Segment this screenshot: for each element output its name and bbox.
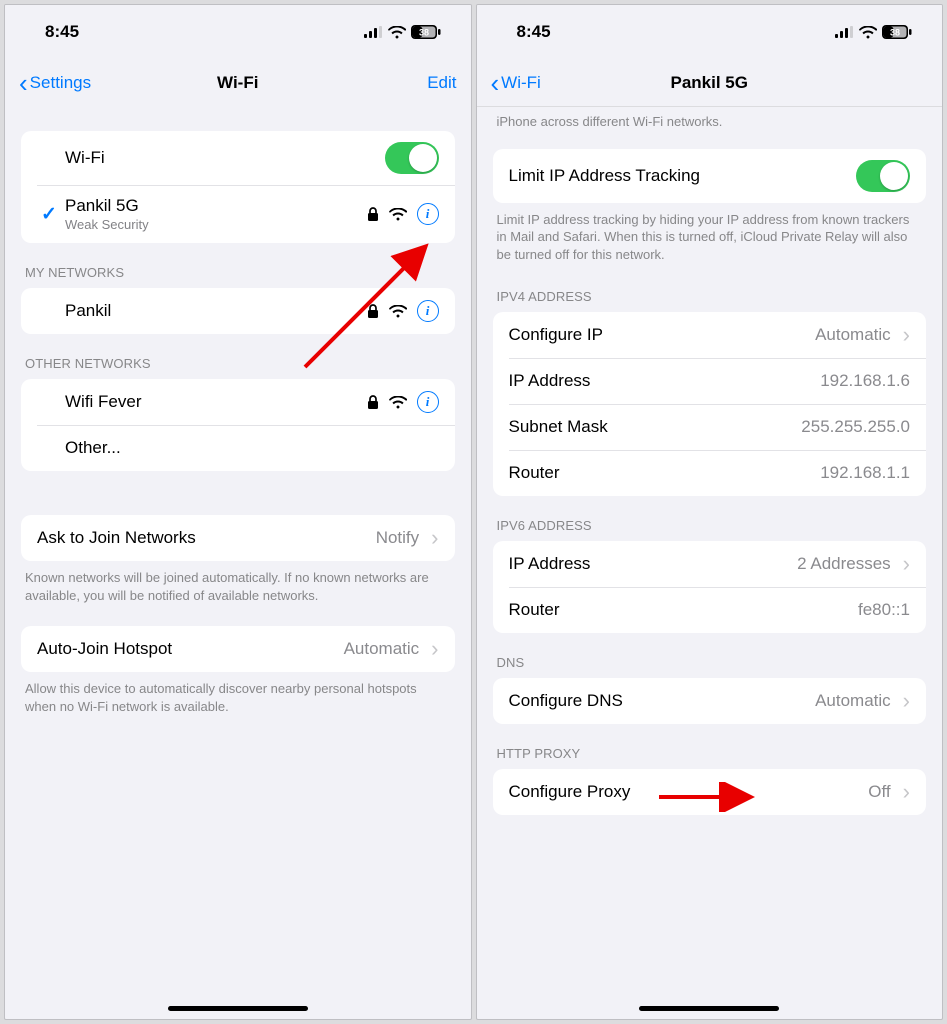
chevron-left-icon: ‹ — [19, 70, 28, 96]
configure-dns-row[interactable]: Configure DNS Automatic› — [493, 678, 927, 724]
chevron-right-icon: › — [903, 553, 910, 575]
other-network-row[interactable]: Wifi Fever i — [21, 379, 455, 425]
limit-ip-footer: Limit IP address tracking by hiding your… — [477, 203, 943, 268]
ipv4-group: Configure IP Automatic› IP Address 192.1… — [493, 312, 927, 496]
limit-ip-row: Limit IP Address Tracking — [493, 149, 927, 203]
battery-icon: 38 — [411, 25, 441, 39]
ipv6-router-row: Router fe80::1 — [493, 587, 927, 633]
status-time: 8:45 — [45, 22, 79, 42]
router-row: Router 192.168.1.1 — [493, 450, 927, 496]
connected-name: Pankil 5G — [65, 196, 367, 216]
http-proxy-header: HTTP PROXY — [477, 724, 943, 769]
chevron-right-icon: › — [903, 781, 910, 803]
other-row[interactable]: Other... — [21, 425, 455, 471]
phone-wifi-detail: 8:45 38 ‹ Wi-Fi Pankil 5G iPhone across … — [476, 4, 944, 1020]
wifi-strength-icon — [389, 305, 407, 318]
ipv4-header: IPV4 ADDRESS — [477, 267, 943, 312]
nav-title: Pankil 5G — [477, 73, 943, 93]
configure-proxy-row[interactable]: Configure Proxy Off› — [493, 769, 927, 815]
other-networks-header: OTHER NETWORKS — [5, 334, 471, 379]
cell-signal-icon — [364, 26, 383, 38]
connected-sub: Weak Security — [65, 217, 367, 232]
subnet-row: Subnet Mask 255.255.255.0 — [493, 404, 927, 450]
status-right: 38 — [835, 25, 912, 39]
lock-icon — [367, 304, 379, 319]
ask-join-group: Ask to Join Networks Notify› — [21, 515, 455, 561]
configure-ip-row[interactable]: Configure IP Automatic› — [493, 312, 927, 358]
nav-back[interactable]: ‹ Settings — [19, 70, 91, 96]
auto-hotspot-group: Auto-Join Hotspot Automatic› — [21, 626, 455, 672]
nav-edit[interactable]: Edit — [427, 73, 456, 93]
dns-group: Configure DNS Automatic› — [493, 678, 927, 724]
my-networks-group: Pankil i — [21, 288, 455, 334]
wifi-toggle[interactable] — [385, 142, 439, 174]
wifi-icon — [859, 26, 877, 39]
chevron-left-icon: ‹ — [491, 70, 500, 96]
check-icon: ✓ — [41, 203, 57, 226]
svg-text:38: 38 — [418, 28, 428, 38]
nav-back[interactable]: ‹ Wi-Fi — [491, 70, 541, 96]
cell-signal-icon — [835, 26, 854, 38]
ipv6-address-row[interactable]: IP Address 2 Addresses› — [493, 541, 927, 587]
http-proxy-group: Configure Proxy Off› — [493, 769, 927, 815]
lock-icon — [367, 207, 379, 222]
limit-ip-group: Limit IP Address Tracking — [493, 149, 927, 203]
chevron-right-icon: › — [431, 638, 438, 660]
auto-hotspot-row[interactable]: Auto-Join Hotspot Automatic› — [21, 626, 455, 672]
connected-network-row[interactable]: ✓ Pankil 5G Weak Security i — [21, 185, 455, 243]
ip-address-row: IP Address 192.168.1.6 — [493, 358, 927, 404]
private-address-footer: iPhone across different Wi-Fi networks. — [477, 107, 943, 135]
wifi-toggle-group: Wi-Fi ✓ Pankil 5G Weak Security i — [21, 131, 455, 243]
wifi-icon — [388, 26, 406, 39]
info-icon[interactable]: i — [417, 391, 439, 413]
wifi-label: Wi-Fi — [65, 148, 385, 168]
status-bar: 8:45 38 — [5, 5, 471, 59]
ipv6-group: IP Address 2 Addresses› Router fe80::1 — [493, 541, 927, 633]
nav-bar: ‹ Wi-Fi Pankil 5G — [477, 59, 943, 107]
my-network-row[interactable]: Pankil i — [21, 288, 455, 334]
lock-icon — [367, 395, 379, 410]
dns-header: DNS — [477, 633, 943, 678]
wifi-strength-icon — [389, 208, 407, 221]
info-icon[interactable]: i — [417, 300, 439, 322]
battery-icon: 38 — [882, 25, 912, 39]
info-icon[interactable]: i — [417, 203, 439, 225]
other-networks-group: Wifi Fever i Other... — [21, 379, 455, 471]
home-indicator — [639, 1006, 779, 1011]
chevron-right-icon: › — [903, 324, 910, 346]
status-time: 8:45 — [517, 22, 551, 42]
auto-hotspot-footer: Allow this device to automatically disco… — [5, 672, 471, 719]
svg-text:38: 38 — [890, 28, 900, 38]
my-networks-header: MY NETWORKS — [5, 243, 471, 288]
content: iPhone across different Wi-Fi networks. … — [477, 107, 943, 1019]
chevron-right-icon: › — [903, 690, 910, 712]
ipv6-header: IPV6 ADDRESS — [477, 496, 943, 541]
nav-bar: ‹ Settings Wi-Fi Edit — [5, 59, 471, 107]
wifi-toggle-row: Wi-Fi — [21, 131, 455, 185]
ask-join-row[interactable]: Ask to Join Networks Notify› — [21, 515, 455, 561]
status-right: 38 — [364, 25, 441, 39]
limit-ip-toggle[interactable] — [856, 160, 910, 192]
content: Wi-Fi ✓ Pankil 5G Weak Security i — [5, 107, 471, 1019]
home-indicator — [168, 1006, 308, 1011]
ask-join-footer: Known networks will be joined automatica… — [5, 561, 471, 608]
status-bar: 8:45 38 — [477, 5, 943, 59]
phone-wifi-list: 8:45 38 ‹ Settings Wi-Fi Edit Wi-Fi — [4, 4, 472, 1020]
chevron-right-icon: › — [431, 527, 438, 549]
wifi-strength-icon — [389, 396, 407, 409]
